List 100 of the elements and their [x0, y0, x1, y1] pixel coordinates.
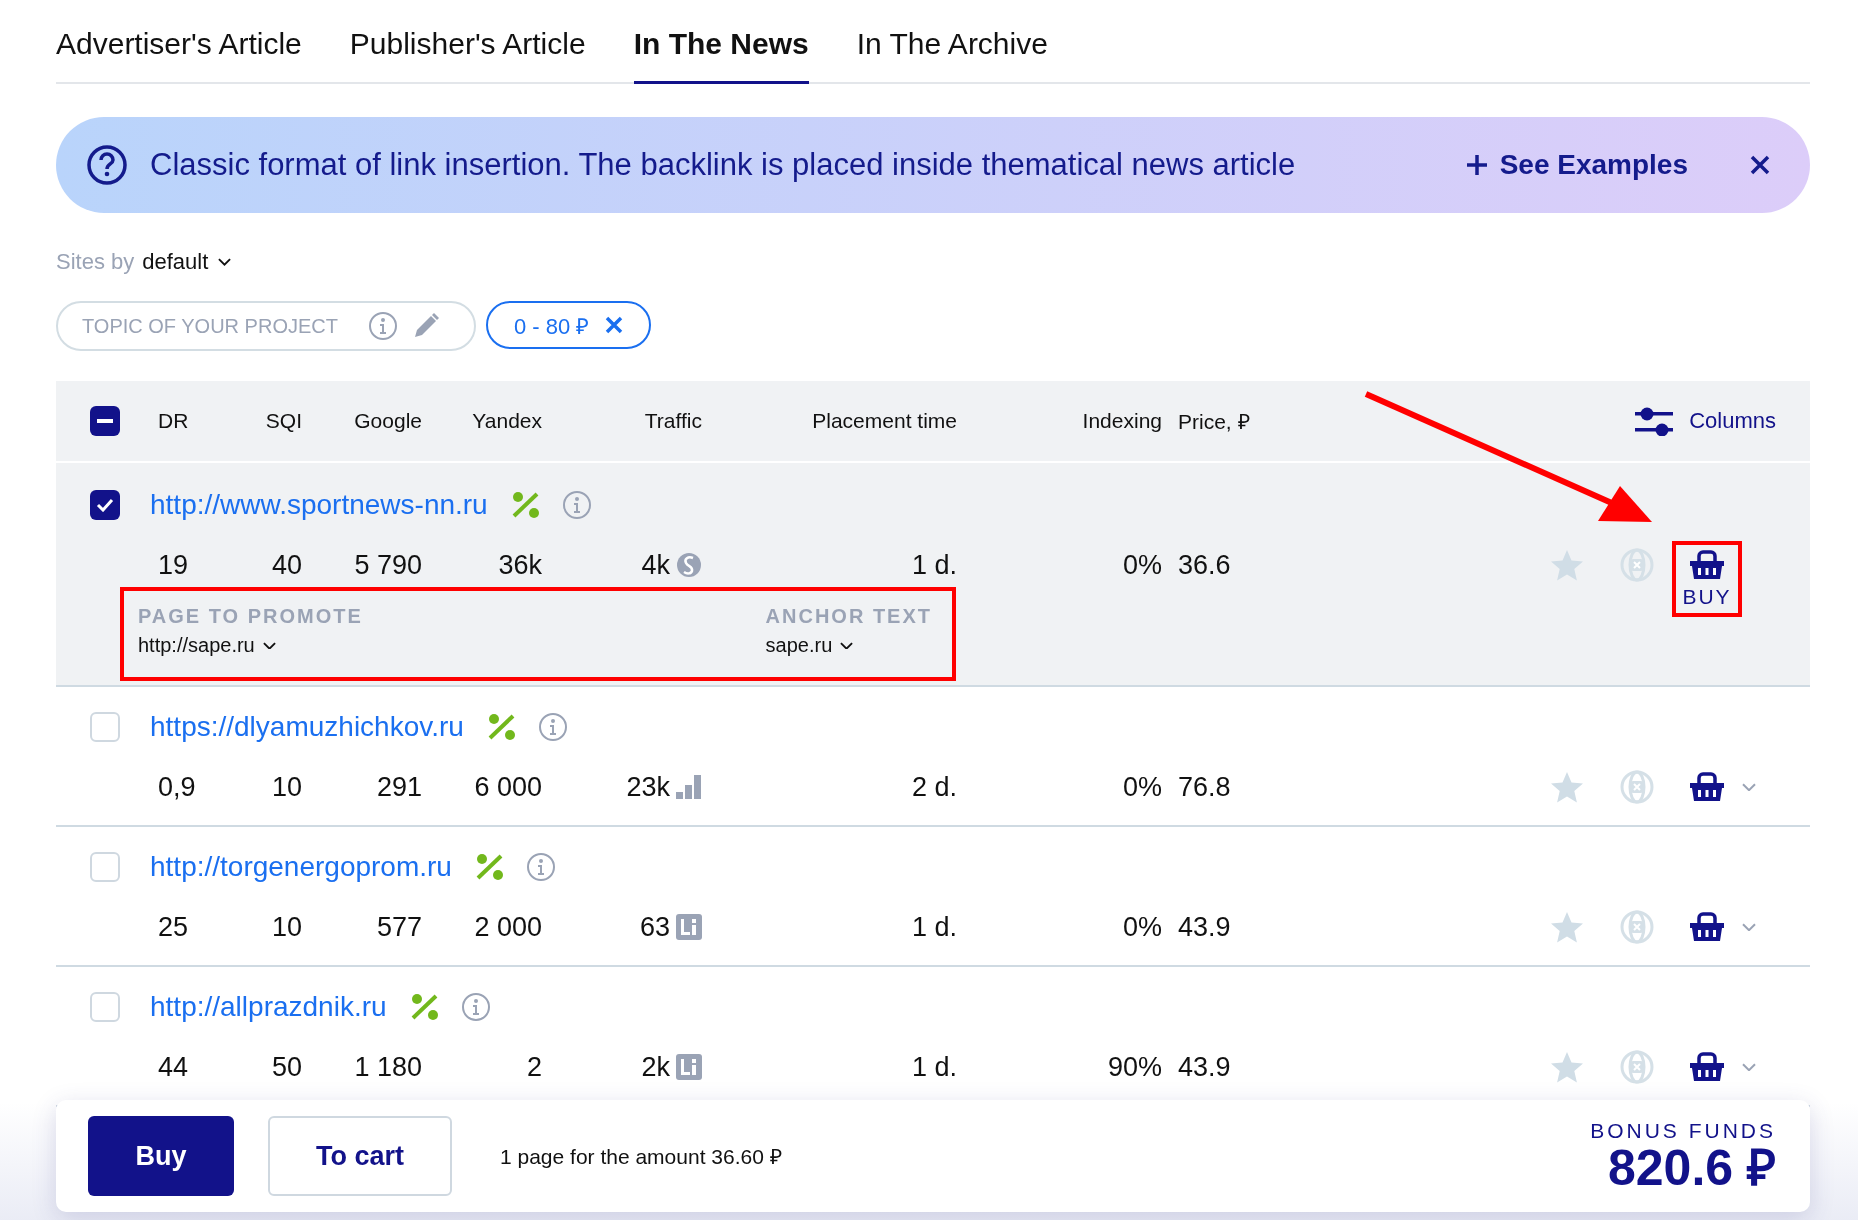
- table-cell-text: 1 d.: [910, 1051, 958, 1083]
- minus-icon: [97, 419, 113, 423]
- sort-label: Sites by: [56, 249, 135, 275]
- info-icon[interactable]: [561, 490, 592, 520]
- column-header[interactable]: SQI: [230, 409, 310, 433]
- table-cell-text: 0%: [1121, 771, 1163, 803]
- site-link[interactable]: http://www.sportnews-nn.ru: [150, 489, 488, 521]
- to-cart-button[interactable]: To cart: [268, 1116, 452, 1196]
- site-link[interactable]: https://dlyamuzhichkov.ru: [150, 711, 464, 743]
- info-icon[interactable]: [525, 852, 556, 882]
- topic-field[interactable]: TOPIC OF YOUR PROJECT: [56, 301, 476, 351]
- basket-icon: [1689, 549, 1725, 581]
- sliders-icon: [1635, 406, 1674, 436]
- table-cell-text: 76.8: [1177, 771, 1232, 803]
- table-cell-text: 10: [270, 911, 303, 943]
- column-header[interactable]: Traffic: [550, 409, 710, 433]
- basket-icon: [1689, 911, 1725, 943]
- star-icon[interactable]: [1550, 549, 1584, 581]
- counter-logo-icon: [676, 1054, 702, 1080]
- site-link[interactable]: http://allprazdnik.ru: [150, 991, 387, 1023]
- buy-button[interactable]: BUY: [1672, 541, 1742, 617]
- table-cell-text: 50: [270, 1051, 303, 1083]
- expand-icon: [1742, 922, 1756, 932]
- checkbox[interactable]: [90, 852, 120, 882]
- table-cell-text: 0%: [1121, 911, 1163, 943]
- basket-icon: [1689, 771, 1725, 803]
- table-cell-text: 5 790: [353, 549, 423, 581]
- checkbox[interactable]: [90, 992, 120, 1022]
- table-cell-text: 0%: [1121, 549, 1163, 581]
- star-icon[interactable]: [1550, 771, 1584, 803]
- chevron-icon: [262, 641, 276, 650]
- table-cell: 4k: [550, 549, 710, 581]
- table-cell-text: 2 000: [473, 911, 543, 943]
- info-icon[interactable]: [368, 311, 398, 341]
- table-cell-text: 10: [270, 771, 303, 803]
- page-dropdown[interactable]: http://sape.ru: [138, 634, 363, 657]
- cart-button[interactable]: [1689, 771, 1725, 803]
- table-cell: 2k: [550, 1051, 710, 1083]
- columns-button[interactable]: Columns: [1629, 405, 1782, 437]
- table-cell-text: 577: [375, 911, 423, 943]
- table-cell-text: 40: [270, 549, 303, 581]
- chevron-icon: [840, 641, 854, 650]
- checkmark-icon: [96, 498, 114, 512]
- table-cell-text: 19: [157, 549, 190, 581]
- table-cell-text: 36k: [497, 549, 543, 581]
- expand-icon: [1742, 782, 1756, 792]
- table-cell-text: 1 180: [353, 1051, 423, 1083]
- star-icon[interactable]: [1550, 1051, 1584, 1083]
- column-header[interactable]: Yandex: [430, 409, 550, 433]
- banner-text: Classic format of link insertion. The backlink is placed inside thematical news article: [150, 147, 1297, 183]
- buy-button[interactable]: Buy: [88, 1116, 234, 1196]
- table-cell: 23k: [550, 771, 710, 803]
- checkbox[interactable]: [90, 490, 120, 520]
- bonus-label: BONUS FUNDS: [1590, 1119, 1776, 1143]
- tab[interactable]: In The News: [633, 0, 809, 84]
- tab[interactable]: Advertiser's Article: [56, 0, 302, 84]
- column-header[interactable]: Price, ₽: [1170, 407, 1300, 435]
- tab[interactable]: Publisher's Article: [349, 0, 586, 84]
- cart-button[interactable]: [1689, 911, 1725, 943]
- expand-icon: [1742, 1062, 1756, 1072]
- tab[interactable]: In The Archive: [856, 0, 1048, 84]
- site-link[interactable]: http://torgenergoprom.ru: [150, 851, 452, 883]
- checkbox[interactable]: [90, 712, 120, 742]
- table-cell-text: 36.6: [1177, 549, 1232, 581]
- checkbox[interactable]: [90, 406, 120, 436]
- close-icon[interactable]: [1750, 155, 1770, 175]
- column-header[interactable]: Google: [310, 409, 430, 433]
- pencil-icon[interactable]: [412, 312, 440, 340]
- bar-chart-icon: [676, 775, 702, 799]
- info-icon[interactable]: [460, 992, 491, 1022]
- order-summary: 1 page for the amount 36.60 ₽: [500, 1144, 783, 1170]
- table-cell-text: 43.9: [1177, 911, 1232, 943]
- price-filter-chip[interactable]: 0 - 80 ₽: [486, 301, 652, 349]
- counter-logo-icon: [676, 914, 702, 940]
- remove-icon: [605, 316, 624, 334]
- sort-dropdown[interactable]: default: [142, 249, 232, 275]
- globe-icon[interactable]: [1620, 770, 1654, 804]
- table-cell-text: 291: [375, 771, 423, 803]
- column-header[interactable]: Placement time: [710, 409, 965, 433]
- column-header[interactable]: Indexing: [965, 409, 1170, 433]
- table-cell-text: 43.9: [1177, 1051, 1232, 1083]
- table-cell-text: 1 d.: [910, 549, 958, 581]
- chevron-icon: [218, 258, 232, 266]
- anchor-dropdown[interactable]: sape.ru: [765, 634, 932, 657]
- info-icon[interactable]: [537, 712, 568, 742]
- help-icon: [86, 144, 128, 186]
- see-examples-link[interactable]: See Examples: [1465, 149, 1688, 181]
- table-cell-text: 2 d.: [910, 771, 958, 803]
- globe-icon[interactable]: [1620, 548, 1654, 582]
- cart-button[interactable]: [1689, 1051, 1725, 1083]
- table-cell-text: 6 000: [473, 771, 543, 803]
- table-cell-text: 2: [525, 1051, 543, 1083]
- table-cell-text: 44: [157, 1051, 190, 1083]
- plus-icon: [1465, 154, 1488, 176]
- column-header[interactable]: DR: [150, 409, 230, 433]
- bonus-amount: 820.6 ₽: [1608, 1143, 1776, 1193]
- table-cell-text: 1 d.: [910, 911, 958, 943]
- globe-icon[interactable]: [1620, 910, 1654, 944]
- globe-icon[interactable]: [1620, 1050, 1654, 1084]
- star-icon[interactable]: [1550, 911, 1584, 943]
